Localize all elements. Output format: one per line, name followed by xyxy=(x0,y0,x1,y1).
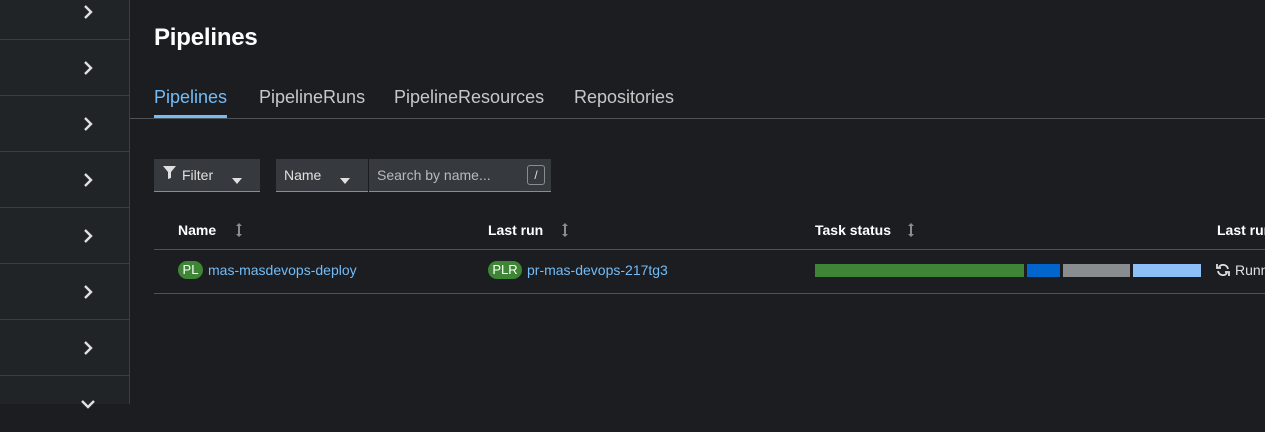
table-header: Name Last run Task status Last run statu… xyxy=(154,210,1265,250)
tab-pipelineruns[interactable]: PipelineRuns xyxy=(259,87,365,108)
search-box: / xyxy=(369,159,551,192)
chevron-down-icon[interactable] xyxy=(80,396,96,412)
filter-icon xyxy=(163,166,176,184)
chevron-right-icon[interactable] xyxy=(80,228,96,244)
chevron-right-icon[interactable] xyxy=(80,172,96,188)
last-run-status: Running xyxy=(1216,262,1265,278)
task-status-segment-succeeded[interactable] xyxy=(815,264,1024,277)
chevron-right-icon[interactable] xyxy=(80,340,96,356)
pipeline-badge: PL xyxy=(178,261,203,279)
page-title: Pipelines xyxy=(154,24,258,52)
caret-down-icon xyxy=(232,171,242,189)
keyboard-shortcut-hint: / xyxy=(527,165,545,185)
search-input[interactable] xyxy=(369,159,519,191)
table-row: PL mas-masdevops-deploy PLR pr-mas-devop… xyxy=(154,250,1265,294)
task-status-segment-pending[interactable] xyxy=(1063,264,1130,277)
sidebar-section-4[interactable] xyxy=(0,152,129,208)
sidebar-section-3[interactable] xyxy=(0,96,129,152)
sort-icon[interactable] xyxy=(234,222,244,243)
column-header-last-run-status[interactable]: Last run status xyxy=(1217,222,1265,238)
last-run-status-label: Running xyxy=(1235,262,1265,278)
column-header-name[interactable]: Name xyxy=(178,222,216,238)
chevron-right-icon[interactable] xyxy=(80,60,96,76)
task-status-segment-skipped[interactable] xyxy=(1133,264,1201,277)
sidebar-section-8[interactable] xyxy=(0,376,129,432)
pipelinerun-badge: PLR xyxy=(488,261,522,279)
sort-icon[interactable] xyxy=(906,222,916,243)
sidebar xyxy=(0,0,130,404)
sort-icon[interactable] xyxy=(560,222,570,243)
sidebar-section-7[interactable] xyxy=(0,320,129,376)
chevron-right-icon[interactable] xyxy=(80,4,96,20)
sidebar-section-6[interactable] xyxy=(0,264,129,320)
sidebar-section-1[interactable] xyxy=(0,0,129,40)
sidebar-section-2[interactable] xyxy=(0,40,129,96)
filter-attribute-select[interactable]: Name xyxy=(276,159,368,192)
main-content: Pipelines Pipelines PipelineRuns Pipelin… xyxy=(130,0,1265,404)
pipeline-name-link[interactable]: mas-masdevops-deploy xyxy=(208,262,357,278)
column-header-last-run[interactable]: Last run xyxy=(488,222,543,238)
tab-pipelines[interactable]: Pipelines xyxy=(154,87,227,108)
task-status-segment-running[interactable] xyxy=(1027,264,1060,277)
filter-attribute-value: Name xyxy=(284,167,321,183)
sidebar-section-5[interactable] xyxy=(0,208,129,264)
last-run-link[interactable]: pr-mas-devops-217tg3 xyxy=(527,262,668,278)
column-header-task-status[interactable]: Task status xyxy=(815,222,891,238)
caret-down-icon xyxy=(340,171,350,189)
sync-icon xyxy=(1216,263,1230,277)
active-tab-indicator xyxy=(154,115,227,118)
tab-repositories[interactable]: Repositories xyxy=(574,87,674,108)
chevron-right-icon[interactable] xyxy=(80,284,96,300)
filter-button[interactable]: Filter xyxy=(154,159,260,192)
tab-bar: Pipelines PipelineRuns PipelineResources… xyxy=(130,80,1265,119)
tab-pipelineresources[interactable]: PipelineResources xyxy=(394,87,544,108)
filter-button-label: Filter xyxy=(182,167,213,183)
chevron-right-icon[interactable] xyxy=(80,116,96,132)
